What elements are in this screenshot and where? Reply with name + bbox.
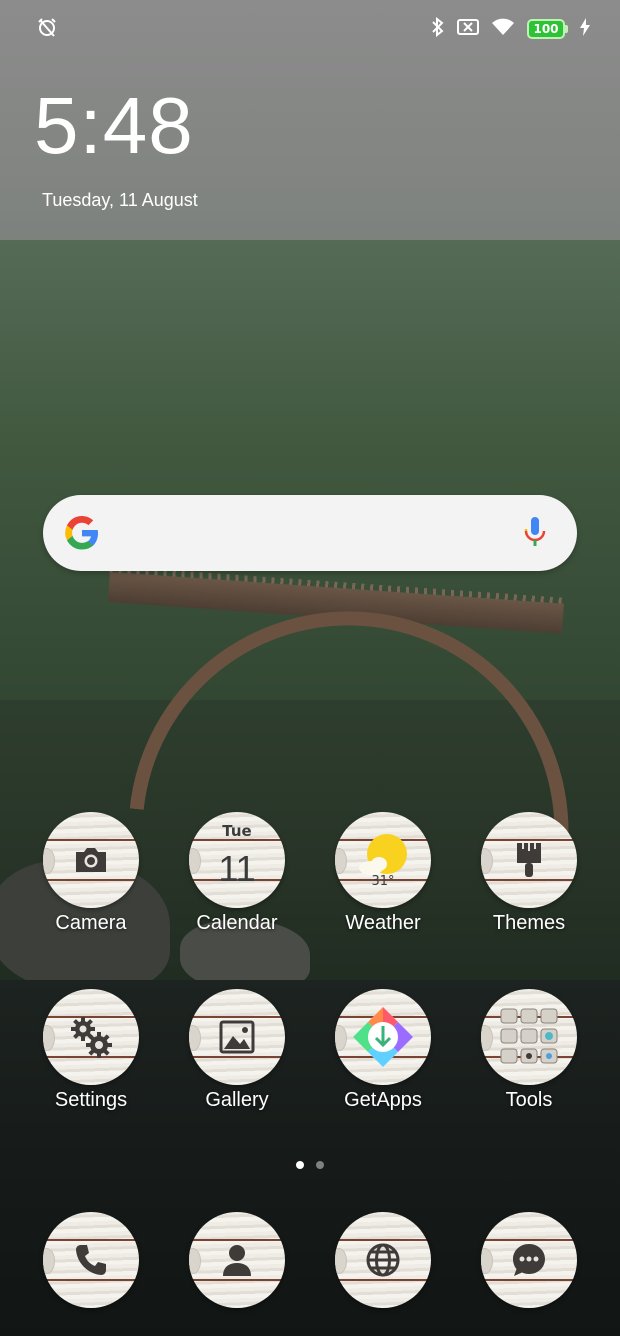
dock-phone[interactable] <box>26 1212 156 1308</box>
wifi-icon <box>491 17 515 41</box>
browser-globe-icon <box>335 1212 431 1308</box>
app-settings[interactable]: Settings <box>26 989 156 1112</box>
mic-icon[interactable] <box>523 515 547 555</box>
page-dot-inactive[interactable] <box>316 1161 324 1169</box>
camera-icon <box>43 812 139 908</box>
page-dot-active[interactable] <box>296 1161 304 1169</box>
sim-none-icon <box>457 18 479 40</box>
dock-browser[interactable] <box>318 1212 448 1308</box>
app-label: Tools <box>505 1089 553 1111</box>
page-indicator <box>0 1161 620 1169</box>
paintbrush-icon <box>481 812 577 908</box>
clock-date[interactable]: Tuesday, 11 August <box>42 190 198 211</box>
getapps-icon <box>335 989 431 1085</box>
battery-indicator: 100 <box>527 19 568 39</box>
bluetooth-icon <box>431 16 445 41</box>
gears-icon <box>43 989 139 1085</box>
app-camera[interactable]: Camera <box>26 812 156 935</box>
app-gallery[interactable]: Gallery <box>172 989 302 1112</box>
google-g-icon <box>63 514 101 556</box>
clock-time[interactable]: 5:48 <box>34 86 194 166</box>
app-weather[interactable]: 31° Weather <box>318 812 448 935</box>
tools-folder-icon <box>481 989 577 1085</box>
app-label: Settings <box>54 1089 128 1111</box>
dock-contacts[interactable] <box>172 1212 302 1308</box>
calendar-date: 11 <box>218 848 256 889</box>
app-label: Weather <box>345 912 421 934</box>
dock-messages[interactable] <box>464 1212 594 1308</box>
app-label: GetApps <box>344 1089 422 1111</box>
status-bar: 100 <box>0 0 620 58</box>
app-themes[interactable]: Themes <box>464 812 594 935</box>
app-calendar[interactable]: Tue 11 Calendar <box>172 812 302 935</box>
weather-sun-cloud-icon <box>335 812 431 908</box>
charging-bolt-icon <box>580 18 590 40</box>
app-tools[interactable]: Tools <box>464 989 594 1112</box>
app-label: Gallery <box>205 1089 269 1111</box>
app-label: Calendar <box>196 912 278 934</box>
contacts-icon <box>189 1212 285 1308</box>
alarm-off-icon <box>36 18 58 42</box>
phone-icon <box>43 1212 139 1308</box>
app-getapps[interactable]: GetApps <box>318 989 448 1112</box>
app-label: Themes <box>492 912 566 934</box>
app-label: Camera <box>55 912 127 934</box>
image-icon <box>189 989 285 1085</box>
battery-level: 100 <box>527 19 565 39</box>
weather-temperature: 31° <box>371 874 395 889</box>
calendar-day: Tue <box>222 822 252 840</box>
messages-icon <box>481 1212 577 1308</box>
google-search-bar[interactable] <box>43 495 577 571</box>
